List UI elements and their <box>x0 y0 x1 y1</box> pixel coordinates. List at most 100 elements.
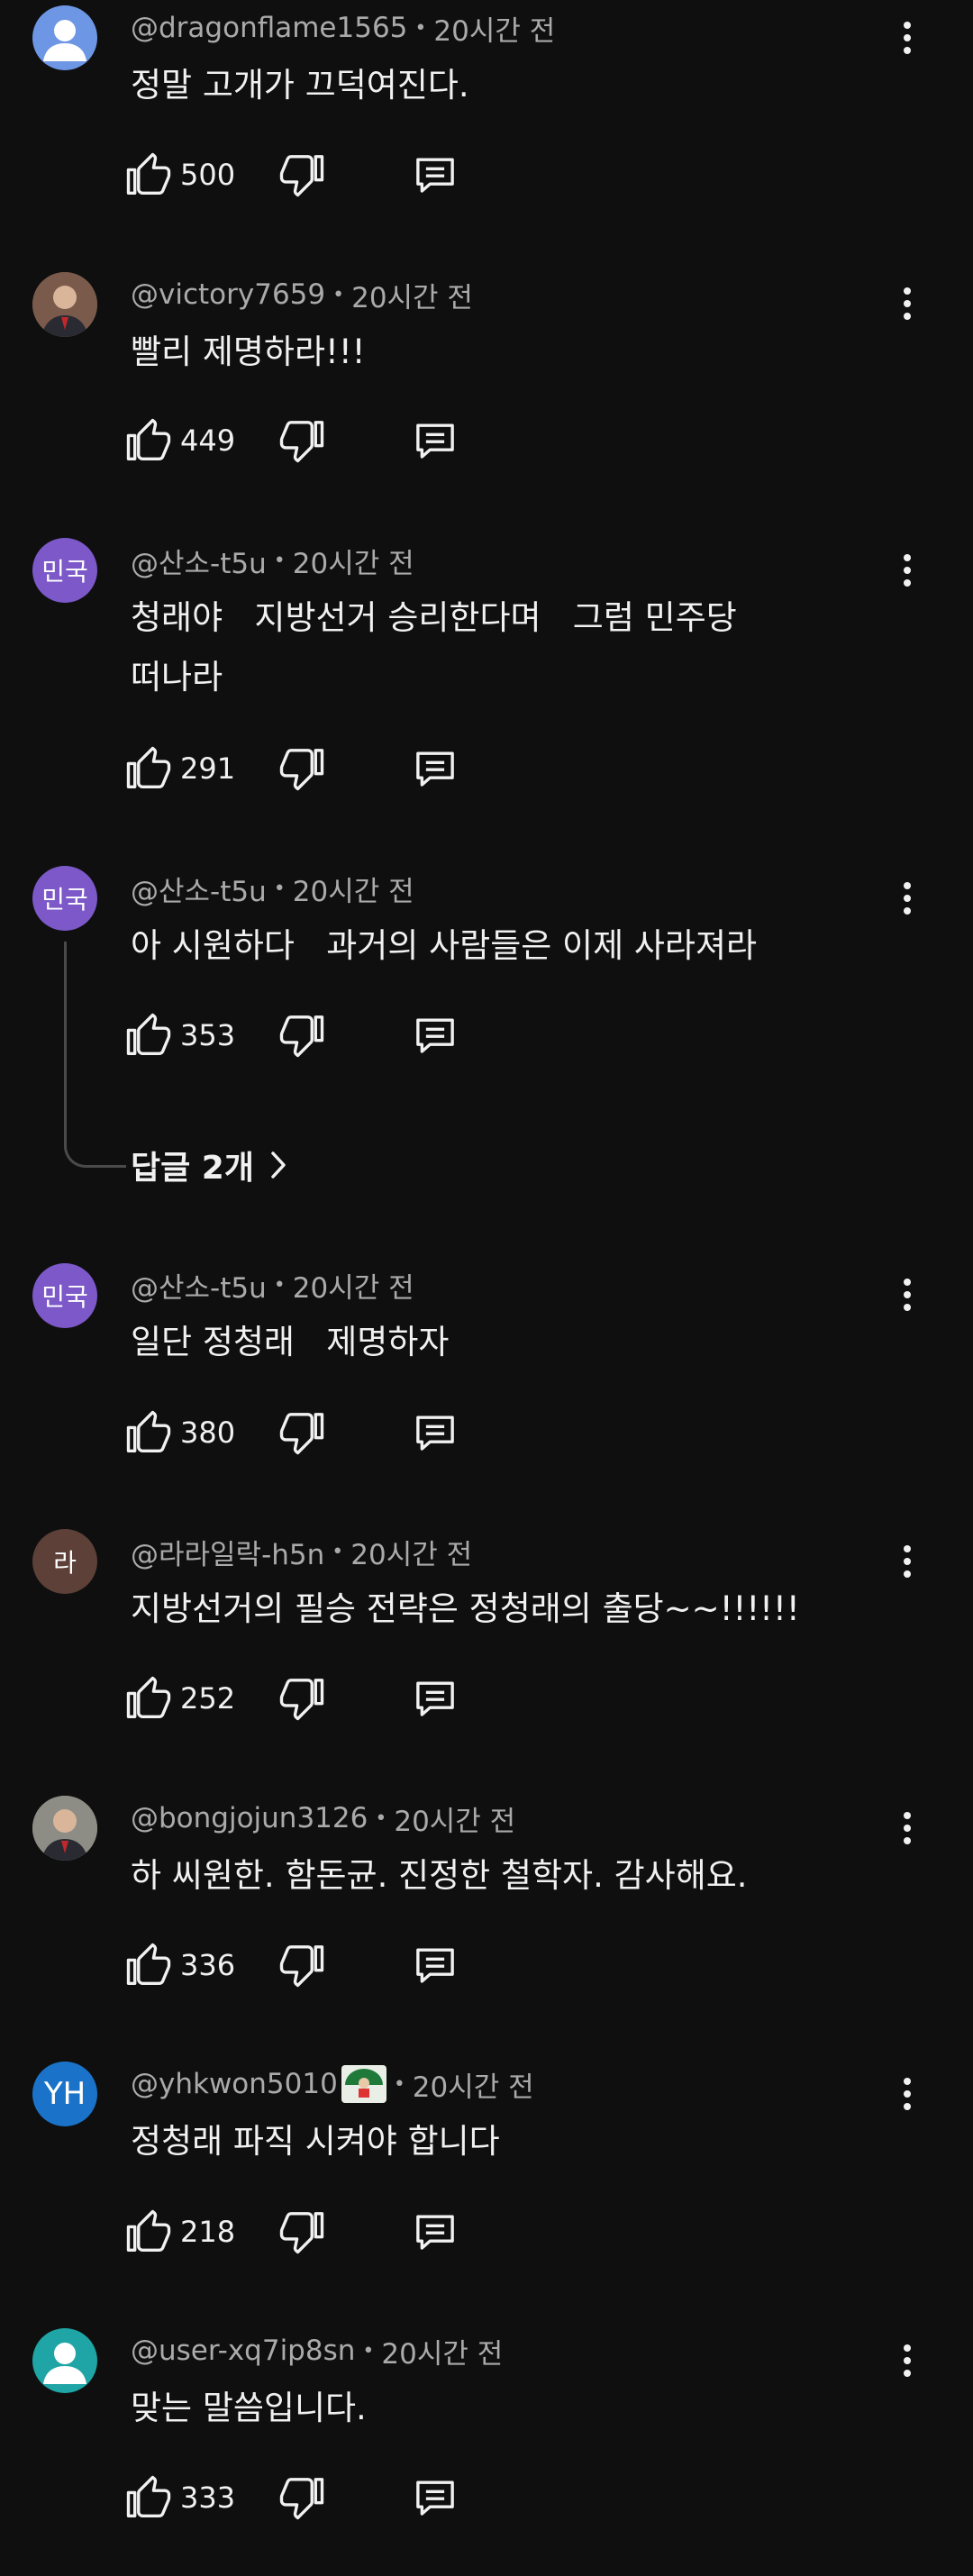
comment-text: 지방선거의 필승 전략은 정청래의 출당~~!!!!!! <box>131 1589 800 1628</box>
dislike-button[interactable] <box>277 2471 326 2525</box>
separator-dot: • <box>273 1273 286 1297</box>
thumbs-up-icon <box>126 1013 171 1055</box>
comment-actions: 336 <box>124 1938 665 1992</box>
thumbs-down-icon <box>279 421 324 463</box>
separator-dot: • <box>414 16 427 40</box>
reply-button[interactable] <box>411 414 459 468</box>
avatar[interactable]: 민국 <box>32 866 97 931</box>
comment-timestamp: 20시간 전 <box>292 1271 414 1305</box>
comment-author[interactable]: @user-xq7ip8sn <box>131 2335 355 2367</box>
reply-button[interactable] <box>411 1406 459 1460</box>
reply-button[interactable] <box>411 1008 459 1062</box>
more-vert-icon <box>904 1812 911 1844</box>
like-count: 353 <box>180 1018 236 1052</box>
avatar[interactable]: 민국 <box>32 538 97 603</box>
thumbs-up-icon <box>126 746 171 788</box>
dislike-button[interactable] <box>277 148 326 202</box>
comment-timestamp: 20시간 전 <box>433 14 556 48</box>
like-button[interactable]: 291 <box>124 742 235 796</box>
comment-author[interactable]: @산소-t5u <box>131 541 267 581</box>
avatar[interactable] <box>32 272 97 337</box>
profile-photo <box>32 272 97 337</box>
comment-author[interactable]: @라라일락-h5n <box>131 1532 324 1572</box>
thumbs-down-icon <box>279 2212 324 2254</box>
comment-author[interactable]: @bongjojun3126 <box>131 1802 368 1834</box>
separator-dot: • <box>393 2072 405 2096</box>
thumbs-up-icon <box>126 152 171 195</box>
comment-actions: 353 <box>124 1008 665 1062</box>
comment-actions: 291 <box>124 742 665 796</box>
comment-timestamp: 20시간 전 <box>292 875 414 908</box>
comment-author[interactable]: @산소-t5u <box>131 869 267 909</box>
reply-button[interactable] <box>411 148 459 202</box>
person-icon <box>43 2343 86 2384</box>
like-button[interactable]: 449 <box>124 414 235 468</box>
reply-button[interactable] <box>411 2471 459 2525</box>
comment-author[interactable]: @victory7659 <box>131 278 325 311</box>
dislike-button[interactable] <box>277 1671 326 1725</box>
dislike-button[interactable] <box>277 1406 326 1460</box>
comment-meta: @victory7659 • 20시간 전 <box>131 277 473 314</box>
like-button[interactable]: 353 <box>124 1008 235 1062</box>
dislike-button[interactable] <box>277 2205 326 2259</box>
separator-dot: • <box>273 877 286 900</box>
comment-actions: 380 <box>124 1406 665 1460</box>
separator-dot: • <box>332 283 345 306</box>
more-vert-icon <box>904 22 911 54</box>
like-button[interactable]: 380 <box>124 1406 235 1460</box>
avatar[interactable] <box>32 5 97 70</box>
comment-actions: 449 <box>124 414 665 468</box>
separator-dot: • <box>362 2339 375 2362</box>
more-vert-icon <box>904 2344 911 2377</box>
like-button[interactable]: 218 <box>124 2205 235 2259</box>
reply-icon <box>416 2480 454 2516</box>
comment-text: 빨리 제명하라!!! <box>131 332 366 371</box>
reply-button[interactable] <box>411 742 459 796</box>
avatar-initials: 민국 <box>41 1282 88 1312</box>
reply-button[interactable] <box>411 2205 459 2259</box>
comment-meta: @bongjojun3126 • 20시간 전 <box>131 1800 515 1838</box>
comment-actions: 333 <box>124 2471 665 2525</box>
comment-actions: 500 <box>124 148 665 202</box>
profile-photo <box>32 1796 97 1861</box>
comment-author[interactable]: @yhkwon5010 <box>131 2068 338 2100</box>
like-count: 291 <box>180 751 236 786</box>
comment-text: 일단 정청래 제명하자 <box>131 1323 450 1361</box>
like-button[interactable]: 333 <box>124 2471 235 2525</box>
reply-button[interactable] <box>411 1938 459 1992</box>
comment-author[interactable]: @산소-t5u <box>131 1265 267 1306</box>
reply-icon <box>416 1948 454 1983</box>
comment-meta: @산소-t5u • 20시간 전 <box>131 1265 414 1306</box>
chevron-right-icon <box>271 1151 286 1179</box>
dislike-button[interactable] <box>277 1008 326 1062</box>
comment-text: 아 시원하다 과거의 사람들은 이제 사라져라 <box>131 926 758 965</box>
avatar[interactable] <box>32 2328 97 2393</box>
like-button[interactable]: 252 <box>124 1671 235 1725</box>
reply-button[interactable] <box>411 1671 459 1725</box>
avatar[interactable]: YH <box>32 2062 97 2126</box>
like-count: 218 <box>180 2215 236 2249</box>
separator-dot: • <box>332 1540 344 1563</box>
dislike-button[interactable] <box>277 742 326 796</box>
avatar[interactable]: 민국 <box>32 1263 97 1328</box>
comment-author[interactable]: @dragonflame1565 <box>131 12 407 44</box>
member-badge-icon <box>341 2065 386 2103</box>
comment-meta: @user-xq7ip8sn • 20시간 전 <box>131 2333 503 2371</box>
like-button[interactable]: 500 <box>124 148 235 202</box>
reply-icon <box>416 423 454 459</box>
dislike-button[interactable] <box>277 1938 326 1992</box>
avatar[interactable] <box>32 1796 97 1861</box>
view-replies-button[interactable]: 답글 2개 <box>131 1138 288 1192</box>
thumbs-up-icon <box>126 1676 171 1718</box>
thumbs-down-icon <box>279 1413 324 1455</box>
thumbs-down-icon <box>279 1679 324 1721</box>
comment-text: 정말 고개가 끄덕여진다. <box>131 66 469 105</box>
dislike-button[interactable] <box>277 414 326 468</box>
avatar[interactable]: 라 <box>32 1529 97 1594</box>
thumbs-up-icon <box>126 1410 171 1452</box>
view-replies-label: 답글 2개 <box>131 1150 254 1187</box>
like-count: 380 <box>180 1415 236 1450</box>
like-button[interactable]: 336 <box>124 1938 235 1992</box>
comment-text: 정청래 파직 시켜야 합니다 <box>131 2122 500 2161</box>
more-vert-icon <box>904 287 911 320</box>
